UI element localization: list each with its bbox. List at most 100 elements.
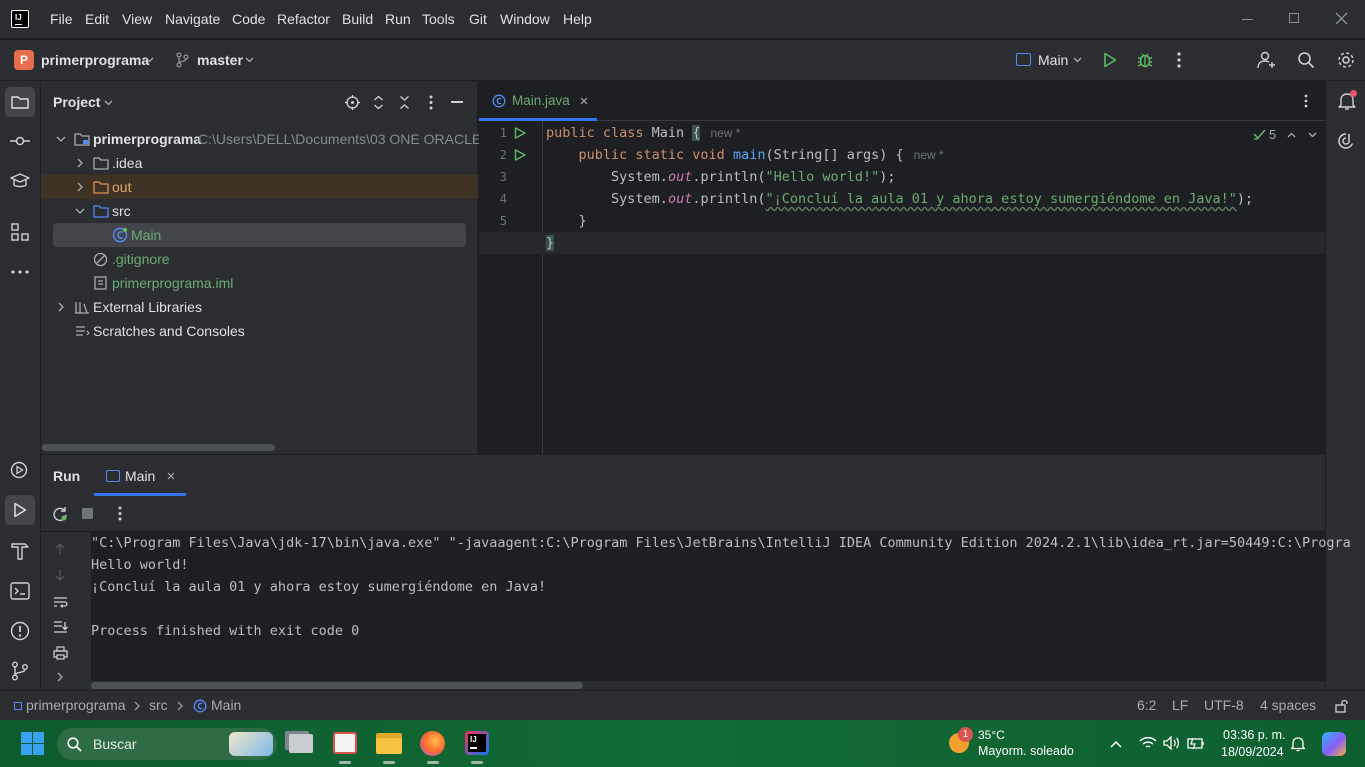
expand-all-icon[interactable]	[373, 95, 384, 110]
tree-item-src[interactable]: src	[41, 199, 478, 223]
file-explorer-icon[interactable]	[376, 733, 402, 754]
close-tab-icon[interactable]	[167, 472, 175, 480]
run-tab-main[interactable]: Main	[94, 455, 186, 496]
menu-file[interactable]: File	[50, 11, 73, 27]
firefox-icon[interactable]	[420, 731, 445, 756]
branch-widget[interactable]: master	[175, 49, 257, 71]
learn-icon[interactable]	[10, 173, 30, 189]
terminal-icon[interactable]	[10, 582, 30, 600]
lock-icon[interactable]	[1335, 699, 1349, 713]
inspection-widget[interactable]: 5	[1253, 127, 1317, 143]
breadcrumb-main[interactable]: Main	[211, 697, 241, 713]
breadcrumb-src[interactable]: src	[149, 697, 168, 713]
collapse-all-icon[interactable]	[399, 95, 410, 110]
tab-options-icon[interactable]	[1304, 94, 1308, 108]
chevron-up-icon[interactable]	[1110, 740, 1122, 748]
commit-icon[interactable]	[10, 134, 30, 148]
menu-build[interactable]: Build	[342, 11, 373, 27]
menu-git[interactable]: Git	[469, 11, 487, 27]
caret-position[interactable]: 6:2	[1137, 697, 1156, 713]
menu-edit[interactable]: Edit	[85, 11, 109, 27]
rerun-icon[interactable]	[52, 506, 68, 522]
debug-icon[interactable]	[1137, 51, 1153, 68]
more-tools-icon[interactable]	[11, 270, 29, 274]
project-tool-button[interactable]	[5, 87, 35, 117]
editor-tab-main-java[interactable]: Main.java	[479, 81, 597, 121]
console-horizontal-scrollbar[interactable]	[91, 682, 583, 689]
tree-item-main[interactable]: Main	[53, 223, 466, 247]
tree-item-out[interactable]: out	[41, 175, 478, 199]
code-line-2: public static void main(String[] args) {…	[578, 147, 944, 163]
arrow-down-icon[interactable]	[55, 569, 65, 581]
project-view-selector[interactable]: Project	[53, 94, 133, 112]
more-actions-icon[interactable]	[1177, 52, 1181, 68]
settings-gear-icon[interactable]	[1337, 51, 1355, 69]
chevron-up-icon[interactable]	[1287, 132, 1296, 138]
tree-item-iml[interactable]: primerprograma.iml	[41, 271, 478, 295]
volume-icon[interactable]	[1163, 736, 1181, 750]
menu-view[interactable]: View	[122, 11, 152, 27]
menu-tools[interactable]: Tools	[422, 11, 455, 27]
menu-run[interactable]: Run	[385, 11, 411, 27]
wifi-icon[interactable]	[1139, 736, 1157, 750]
console-output[interactable]: "C:\Program Files\Java\jdk-17\bin\java.e…	[91, 531, 1351, 689]
run-icon[interactable]	[1103, 52, 1117, 68]
chevron-right-icon[interactable]	[57, 672, 64, 682]
notifications-button[interactable]	[1337, 90, 1357, 111]
options-icon[interactable]	[429, 95, 433, 110]
battery-icon[interactable]	[1187, 736, 1205, 750]
intellij-taskbar-icon[interactable]: IJ	[465, 731, 489, 755]
task-view-icon[interactable]	[289, 734, 313, 753]
notification-bell-icon[interactable]	[1290, 736, 1306, 752]
tree-item-scratches[interactable]: Scratches and Consoles	[41, 319, 478, 343]
file-encoding[interactable]: UTF-8	[1204, 697, 1244, 713]
taskbar-search-box[interactable]: Buscar	[57, 728, 277, 760]
add-user-icon[interactable]	[1257, 51, 1277, 69]
tree-item-gitignore[interactable]: .gitignore	[41, 247, 478, 271]
chevron-down-icon[interactable]	[1308, 132, 1317, 138]
run-gutter-icon[interactable]	[514, 127, 526, 139]
run-gutter-icon[interactable]	[514, 149, 526, 161]
indent-setting[interactable]: 4 spaces	[1260, 697, 1316, 713]
problems-icon[interactable]	[10, 621, 30, 641]
search-icon[interactable]	[1297, 51, 1315, 69]
menu-code[interactable]: Code	[232, 11, 265, 27]
snipping-tool-icon[interactable]	[333, 732, 357, 754]
menu-help[interactable]: Help	[563, 11, 592, 27]
hide-panel-icon[interactable]	[451, 101, 463, 103]
structure-icon[interactable]	[11, 223, 29, 241]
breadcrumb-project[interactable]: primerprograma	[26, 697, 126, 713]
restore-icon[interactable]	[1289, 13, 1299, 23]
line-separator[interactable]: LF	[1172, 697, 1188, 713]
weather-widget[interactable]: 1 35°C Mayorm. soleado	[946, 726, 1081, 762]
close-tab-icon[interactable]	[580, 97, 588, 105]
scroll-to-end-icon[interactable]	[53, 620, 68, 634]
tree-item-idea[interactable]: .idea	[41, 151, 478, 175]
menu-refactor[interactable]: Refactor	[277, 11, 330, 27]
build-hammer-icon[interactable]	[10, 542, 30, 560]
run-tool-button[interactable]	[5, 495, 35, 525]
tree-item-project-root[interactable]: primerprograma C:\Users\DELL\Documents\0…	[41, 127, 481, 151]
print-icon[interactable]	[53, 646, 68, 660]
windows-start-icon[interactable]	[21, 732, 44, 755]
copilot-icon[interactable]	[1322, 732, 1346, 756]
run-config-selector[interactable]: Main	[1014, 49, 1086, 71]
locate-file-icon[interactable]	[345, 95, 360, 110]
menu-window[interactable]: Window	[500, 11, 550, 27]
version-control-icon[interactable]	[11, 661, 29, 681]
ai-assistant-icon[interactable]	[1337, 132, 1355, 150]
horizontal-scrollbar[interactable]	[42, 444, 275, 451]
close-window-icon[interactable]	[1335, 12, 1348, 25]
stop-icon[interactable]	[82, 508, 93, 519]
tree-item-external-libraries[interactable]: External Libraries	[41, 295, 478, 319]
arrow-up-icon[interactable]	[55, 543, 65, 555]
minimize-icon[interactable]	[1242, 19, 1253, 20]
project-widget[interactable]: P primerprograma	[14, 49, 160, 71]
soft-wrap-icon[interactable]	[53, 596, 68, 609]
more-options-icon[interactable]	[118, 506, 122, 521]
services-icon[interactable]	[10, 461, 30, 479]
run-window-icon	[14, 502, 27, 518]
menu-navigate[interactable]: Navigate	[165, 11, 220, 27]
clock-time[interactable]: 03:36 p. m.	[1223, 728, 1286, 742]
clock-date[interactable]: 18/09/2024	[1221, 745, 1284, 759]
